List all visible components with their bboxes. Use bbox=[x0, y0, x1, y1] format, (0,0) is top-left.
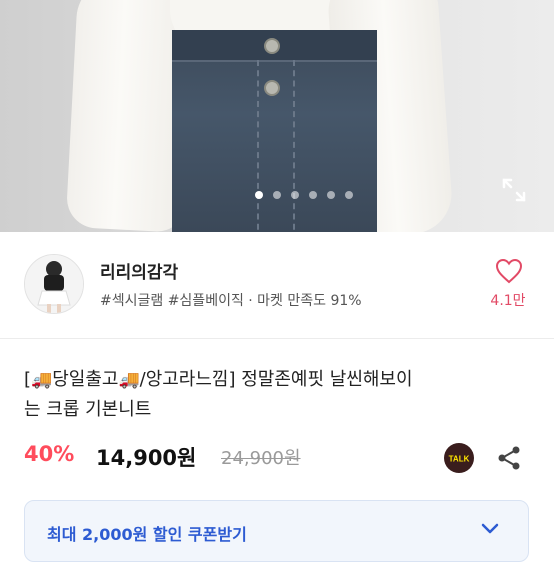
carousel-dot[interactable] bbox=[255, 191, 263, 199]
carousel-dot[interactable] bbox=[345, 191, 353, 199]
carousel-dot[interactable] bbox=[309, 191, 317, 199]
delivery-truck-icon: 🚚 bbox=[118, 370, 140, 390]
kakao-talk-icon[interactable]: TALK bbox=[444, 443, 474, 473]
coupon-button[interactable]: 최대 2,000원 할인 쿠폰받기 bbox=[24, 500, 529, 562]
carousel-dots[interactable] bbox=[0, 191, 554, 203]
seller-row[interactable]: 리리의감각 #섹시글램 #심플베이직 · 마켓 만족도 91% 4.1만 bbox=[0, 232, 554, 339]
avatar-image bbox=[25, 255, 83, 313]
product-image[interactable] bbox=[0, 0, 554, 232]
seller-avatar[interactable] bbox=[24, 254, 84, 314]
delivery-truck-icon: 🚚 bbox=[31, 370, 53, 390]
talk-badge-text: TALK bbox=[449, 455, 470, 464]
title-part: /앙고라느낌] 정말존예핏 날씬해보이 bbox=[139, 369, 413, 390]
title-part: 는 크롭 기본니트 bbox=[24, 399, 152, 420]
expand-icon[interactable] bbox=[500, 176, 528, 204]
heart-icon[interactable] bbox=[495, 258, 523, 284]
image-jeans-button bbox=[264, 38, 280, 54]
price-row: 40% 14,900원 24,900원 TALK bbox=[24, 442, 534, 476]
original-price: 24,900원 bbox=[221, 448, 301, 469]
seller-name[interactable]: 리리의감각 bbox=[100, 258, 178, 283]
image-jeans-button bbox=[264, 80, 280, 96]
title-part: 당일출고 bbox=[52, 369, 119, 390]
chevron-down-icon bbox=[481, 523, 499, 534]
discount-rate: 40% bbox=[24, 442, 75, 466]
seller-tags: #섹시글램 #심플베이직 · 마켓 만족도 91% bbox=[100, 293, 362, 309]
coupon-label: 최대 2,000원 할인 쿠폰받기 bbox=[47, 525, 247, 544]
like-count: 4.1만 bbox=[490, 293, 526, 309]
carousel-dot[interactable] bbox=[291, 191, 299, 199]
product-title: [🚚당일출고🚚/앙고라느낌] 정말존예핏 날씬해보이 는 크롭 기본니트 bbox=[24, 365, 534, 425]
carousel-dot[interactable] bbox=[273, 191, 281, 199]
sale-price: 14,900원 bbox=[96, 446, 197, 470]
title-bracket: [ bbox=[24, 369, 32, 390]
share-icon[interactable] bbox=[496, 445, 522, 471]
carousel-dot[interactable] bbox=[327, 191, 335, 199]
